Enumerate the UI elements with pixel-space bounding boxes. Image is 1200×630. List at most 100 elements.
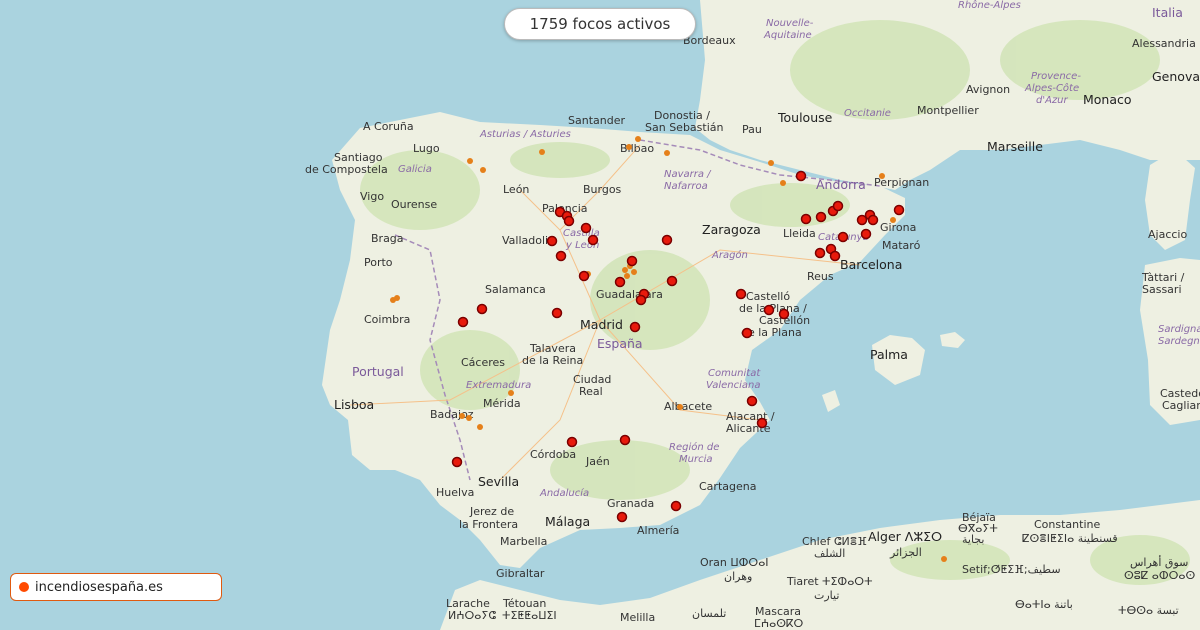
label-monaco: Monaco xyxy=(1083,92,1132,107)
fire-marker-minor[interactable] xyxy=(941,556,947,562)
fire-marker-major[interactable] xyxy=(563,215,575,227)
fire-marker-major[interactable] xyxy=(778,308,790,320)
label-nouvelle: Nouvelle- xyxy=(766,18,814,29)
fire-marker-major[interactable] xyxy=(670,500,682,512)
label-braga: Braga xyxy=(371,232,404,245)
fire-marker-minor[interactable] xyxy=(635,136,641,142)
fire-marker-major[interactable] xyxy=(614,276,626,288)
label-cagliari: Cagliari xyxy=(1162,399,1200,412)
label-girona: Girona xyxy=(880,221,916,234)
label-avignon: Avignon xyxy=(966,83,1010,96)
fire-marker-major[interactable] xyxy=(457,316,469,328)
fire-marker-minor[interactable] xyxy=(890,217,896,223)
label-gibraltar: Gibraltar xyxy=(496,567,545,580)
fire-marker-major[interactable] xyxy=(800,213,812,225)
label-tebessa: ⵜⴱⵙⴰ تبسة xyxy=(1118,604,1179,617)
label-portugal: Portugal xyxy=(352,364,404,379)
fire-marker-major[interactable] xyxy=(837,231,849,243)
label-cordoba: Córdoba xyxy=(530,448,576,461)
fire-marker-major[interactable] xyxy=(451,456,463,468)
fire-marker-major[interactable] xyxy=(626,255,638,267)
label-leon: León xyxy=(503,183,529,196)
fire-marker-minor[interactable] xyxy=(631,269,637,275)
label-provence3: d'Azur xyxy=(1036,95,1069,106)
fire-marker-major[interactable] xyxy=(815,211,827,223)
fire-marker-major[interactable] xyxy=(860,228,872,240)
label-galicia: Galicia xyxy=(398,164,432,175)
label-caceres: Cáceres xyxy=(461,356,505,369)
fire-marker-minor[interactable] xyxy=(477,424,483,430)
fire-marker-major[interactable] xyxy=(735,288,747,300)
fire-marker-major[interactable] xyxy=(629,321,641,333)
label-porto: Porto xyxy=(364,256,393,269)
fire-marker-major[interactable] xyxy=(832,200,844,212)
fire-marker-minor[interactable] xyxy=(677,404,683,410)
label-genova: Genova xyxy=(1152,69,1200,84)
fire-marker-major[interactable] xyxy=(619,434,631,446)
fire-marker-major[interactable] xyxy=(555,250,567,262)
menorca-land xyxy=(940,332,965,348)
fire-marker-major[interactable] xyxy=(867,214,879,226)
label-santander: Santander xyxy=(568,114,625,127)
map-canvas[interactable]: A Coruña Santiago de Compostela Lugo Gal… xyxy=(0,0,1200,630)
label-bilbao: Bilbao xyxy=(620,142,654,155)
fire-count-text: 1759 focos activos xyxy=(529,15,671,33)
label-jerez1: Jerez de xyxy=(469,505,514,518)
fire-marker-minor[interactable] xyxy=(780,180,786,186)
fire-marker-major[interactable] xyxy=(893,204,905,216)
fire-marker-major[interactable] xyxy=(566,436,578,448)
fire-marker-minor[interactable] xyxy=(480,167,486,173)
fire-marker-minor[interactable] xyxy=(459,413,465,419)
label-nafarroa: Nafarroa xyxy=(664,181,708,192)
fire-marker-minor[interactable] xyxy=(467,158,473,164)
fire-marker-minor[interactable] xyxy=(664,150,670,156)
label-compostela: de Compostela xyxy=(305,163,388,176)
ibiza-land xyxy=(822,390,840,412)
label-sassari: Sassari xyxy=(1142,283,1182,296)
fire-marker-major[interactable] xyxy=(587,234,599,246)
fire-marker-major[interactable] xyxy=(551,307,563,319)
label-setif: Setif;ⵚⵟⵉⴼ;سطيف xyxy=(962,563,1061,576)
fire-marker-minor[interactable] xyxy=(539,149,545,155)
fire-marker-minor[interactable] xyxy=(466,415,472,421)
fire-marker-major[interactable] xyxy=(795,170,807,182)
label-asturias: Asturias / Asturies xyxy=(479,129,571,140)
fire-marker-major[interactable] xyxy=(763,304,775,316)
label-aragon: Aragón xyxy=(711,249,748,261)
fire-marker-major[interactable] xyxy=(476,303,488,315)
label-marseille: Marseille xyxy=(987,139,1043,154)
label-constantine2: ⵇⵙⴻⵏⵟⵉⵏⴰ قسنطينة xyxy=(1022,532,1118,545)
label-murcia1: Región de xyxy=(669,441,719,453)
fire-marker-minor[interactable] xyxy=(624,273,630,279)
label-marbella: Marbella xyxy=(500,535,547,548)
label-batna: ⴱⴰⵜⵏⴰ باتنة xyxy=(1015,598,1073,611)
fire-marker-minor[interactable] xyxy=(622,267,628,273)
fire-marker-major[interactable] xyxy=(546,235,558,247)
fire-marker-major[interactable] xyxy=(666,275,678,287)
fire-marker-major[interactable] xyxy=(829,250,841,262)
fire-marker-major[interactable] xyxy=(746,395,758,407)
fire-marker-major[interactable] xyxy=(578,270,590,282)
fire-marker-minor[interactable] xyxy=(626,144,632,150)
fire-marker-minor[interactable] xyxy=(394,295,400,301)
fire-marker-major[interactable] xyxy=(580,222,592,234)
fire-marker-major[interactable] xyxy=(616,511,628,523)
fire-marker-minor[interactable] xyxy=(879,173,885,179)
fire-marker-minor[interactable] xyxy=(508,390,514,396)
fire-marker-major[interactable] xyxy=(635,294,647,306)
label-almeria: Almería xyxy=(637,524,679,537)
fire-marker-major[interactable] xyxy=(741,327,753,339)
label-montpellier: Montpellier xyxy=(917,104,979,117)
fire-marker-minor[interactable] xyxy=(768,160,774,166)
fire-marker-major[interactable] xyxy=(756,417,768,429)
fire-marker-major[interactable] xyxy=(814,247,826,259)
label-reus: Reus xyxy=(807,270,834,283)
label-andalucia: Andalucía xyxy=(539,487,589,499)
brand-link[interactable]: incendiosespaña.es xyxy=(10,573,222,601)
label-bordeaux: Bordeaux xyxy=(683,34,736,47)
fire-marker-major[interactable] xyxy=(661,234,673,246)
label-oran1: Oran ⵡⵀⵔⴰⵏ xyxy=(700,556,769,569)
label-alger1: Alger ⴷⵣⵉⵔ xyxy=(868,529,942,544)
label-bejaia3: بجاية xyxy=(962,533,984,546)
label-merida: Mérida xyxy=(483,397,521,410)
